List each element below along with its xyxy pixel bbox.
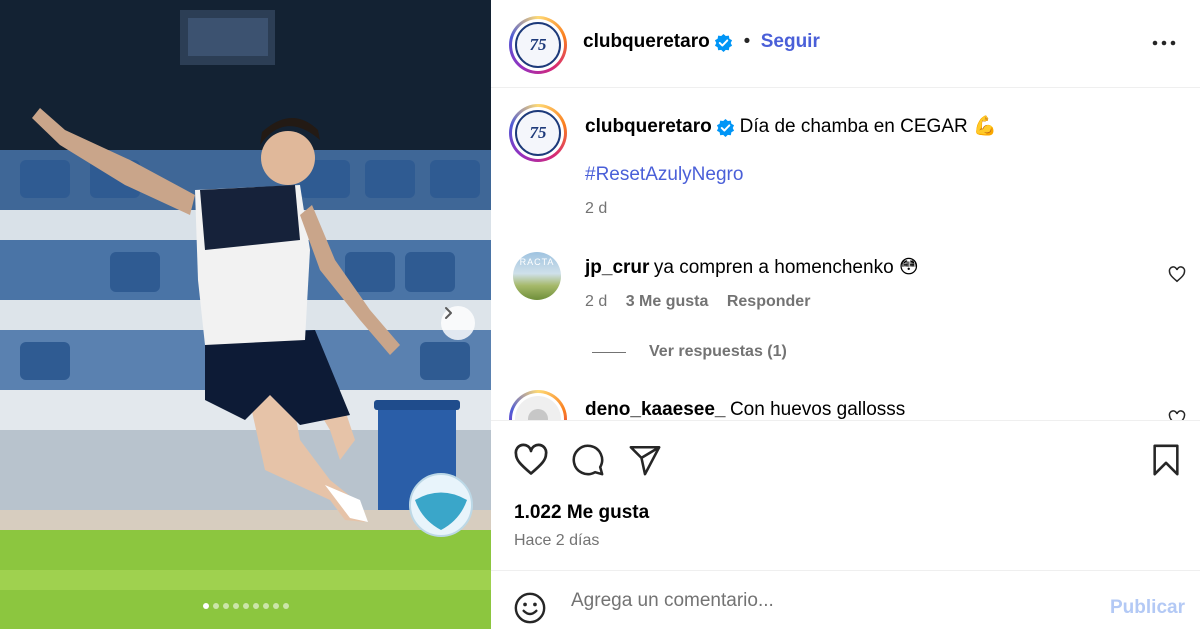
caption-avatar[interactable]: 75	[509, 104, 567, 162]
carousel-dot	[232, 603, 239, 609]
emoji-icon[interactable]	[513, 591, 547, 625]
comment-item: jp_crur ya compren a homenchenko 😳	[585, 256, 919, 279]
comment-text: Con huevos gallosss	[729, 399, 906, 420]
comment-bar: Publicar	[491, 570, 1200, 629]
carousel-dot	[272, 603, 279, 609]
carousel-dot	[212, 603, 219, 609]
comment-like-icon[interactable]	[1168, 266, 1186, 283]
commenter-avatar[interactable]: RACTA	[513, 252, 561, 300]
like-heart-icon[interactable]	[513, 443, 549, 477]
club-logo-icon: 75	[515, 22, 561, 68]
verified-badge-icon	[717, 119, 735, 138]
default-avatar-icon	[528, 409, 548, 420]
comment-input[interactable]	[571, 590, 1091, 612]
caption-time[interactable]: 2 d	[585, 200, 607, 217]
post-header: 75 clubqueretaro • Seguir	[491, 0, 1200, 88]
more-options-icon[interactable]	[1151, 30, 1177, 56]
post-time-ago[interactable]: Hace 2 días	[514, 532, 599, 550]
reply-button[interactable]: Responder	[727, 293, 811, 310]
comment-item-clipped: deno_kaaesee_ Con huevos gallosss	[491, 388, 1200, 420]
follow-button[interactable]: Seguir	[761, 31, 820, 52]
comment-text: ya compren a homenchenko 😳	[653, 257, 919, 278]
carousel-dot	[282, 603, 289, 609]
comment-like-icon[interactable]	[1168, 410, 1186, 420]
post-media[interactable]	[0, 0, 491, 629]
carousel-dot	[262, 603, 269, 609]
commenter-avatar[interactable]	[509, 390, 567, 420]
post-photo	[0, 0, 491, 629]
club-logo-icon: 75	[515, 110, 561, 156]
view-replies-button[interactable]: Ver respuestas (1)	[649, 343, 787, 360]
comment-time[interactable]: 2 d	[585, 293, 607, 310]
chevron-right-icon	[445, 307, 452, 319]
carousel-dot	[202, 603, 209, 609]
carousel-dot	[242, 603, 249, 609]
carousel-dot	[252, 603, 259, 609]
carousel-dot	[222, 603, 229, 609]
author-avatar[interactable]: 75	[509, 16, 567, 74]
comment-username[interactable]: jp_crur	[585, 257, 649, 278]
caption-hashtag[interactable]: #ResetAzulyNegro	[585, 164, 743, 185]
carousel-next-button[interactable]	[441, 306, 475, 340]
save-bookmark-icon[interactable]	[1151, 443, 1181, 477]
publish-button[interactable]: Publicar	[1110, 597, 1185, 619]
replies-divider	[592, 352, 626, 353]
comment-bubble-icon[interactable]	[571, 443, 605, 477]
comment-username[interactable]: deno_kaaesee_	[585, 399, 726, 420]
header-separator: •	[743, 31, 751, 52]
avatar-label: RACTA	[519, 257, 555, 267]
caption-text: Día de chamba en CEGAR 💪	[739, 116, 997, 137]
caption-username[interactable]: clubqueretaro	[585, 116, 712, 137]
verified-badge-icon	[715, 34, 733, 53]
author-username[interactable]: clubqueretaro	[583, 31, 710, 52]
comment-likes[interactable]: 3 Me gusta	[626, 293, 709, 310]
caption: clubqueretaro Día de chamba en CEGAR 💪	[585, 114, 997, 138]
share-paper-plane-icon[interactable]	[628, 443, 662, 477]
carousel-indicator	[0, 603, 491, 609]
likes-count[interactable]: 1.022 Me gusta	[514, 502, 649, 524]
post-details-pane: 75 clubqueretaro • Seguir 75 clubquereta…	[491, 0, 1200, 629]
